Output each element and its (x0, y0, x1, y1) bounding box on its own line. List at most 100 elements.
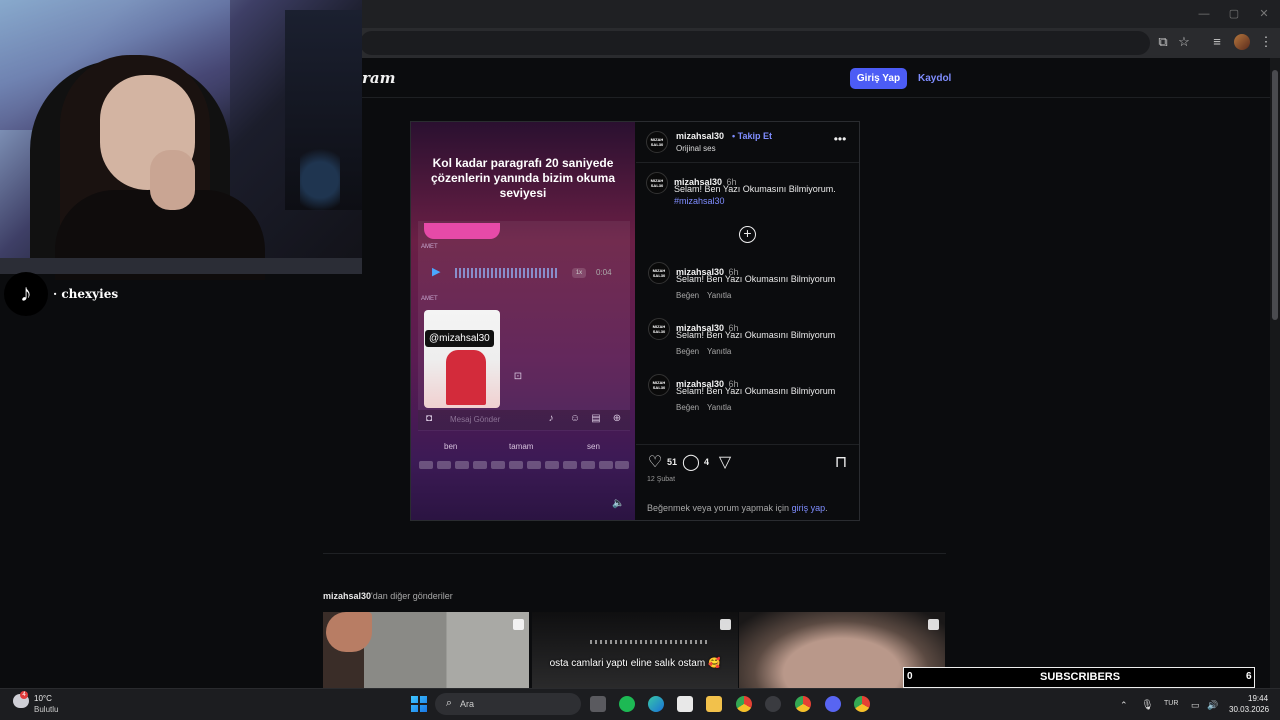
reply-icon: ⊡ (513, 371, 523, 382)
file-explorer-icon[interactable] (706, 696, 722, 712)
comment-reply-link[interactable]: Yanıtla (707, 403, 731, 412)
video-tag: @mizahsal30 (425, 330, 494, 347)
caption-hashtag[interactable]: #mizahsal30 (674, 196, 725, 206)
keyboard-key (527, 461, 541, 469)
task-view-icon[interactable] (590, 696, 606, 712)
sticker-icon: ☺ (569, 413, 581, 424)
tray-overflow-icon[interactable]: ⌃ (1120, 700, 1128, 711)
comment-icon[interactable]: ◯ (682, 454, 700, 472)
keyboard-key (509, 461, 523, 469)
section-divider (323, 553, 946, 554)
voice-waveform (455, 268, 559, 278)
share-icon[interactable]: ▽ (716, 454, 734, 472)
thumbnail-lights (590, 640, 710, 644)
chrome-icon[interactable] (736, 696, 752, 712)
login-prompt-link[interactable]: giriş yap (792, 503, 826, 513)
sound-icon[interactable]: 🔈 (612, 498, 624, 510)
weather-badge: 4 (20, 691, 28, 699)
start-icon-divider (411, 703, 427, 705)
save-icon[interactable]: ⊓ (832, 454, 850, 472)
comment-avatar[interactable]: MIZAH SAL30 (648, 262, 670, 284)
keyboard-key (581, 461, 595, 469)
reel-icon (513, 619, 524, 630)
post-thumbnail[interactable] (532, 612, 738, 688)
address-bar[interactable] (360, 31, 1150, 55)
taskbar-search-placeholder[interactable]: Ara (460, 699, 474, 709)
video-image-fragment (424, 223, 500, 239)
scrollbar-thumb[interactable] (1272, 70, 1278, 320)
post-date: 12 Şubat (647, 476, 676, 483)
like-icon[interactable]: ♡ (646, 454, 664, 472)
minimize-icon[interactable]: — (1196, 6, 1212, 22)
bookmark-star-icon[interactable]: ☆ (1175, 33, 1193, 51)
thumbnail-caption: osta camlari yaptı eline salık ostam 🥰 (549, 658, 721, 669)
network-icon[interactable]: ▭ (1191, 700, 1200, 711)
edge-icon[interactable] (648, 696, 664, 712)
microphone-icon[interactable]: 🎙 (1141, 700, 1154, 711)
profile-avatar[interactable] (1234, 34, 1250, 50)
keyboard-key (437, 461, 451, 469)
login-prompt-text: Beğenmek veya yorum yapmak için (647, 503, 792, 513)
comment-avatar[interactable]: MIZAH SAL30 (648, 318, 670, 340)
clock-time[interactable]: 19:44 (1248, 694, 1268, 703)
webcam-plant (300, 140, 340, 220)
close-icon[interactable]: ✕ (1256, 6, 1272, 22)
more-posts-user[interactable]: mizahsal30 (323, 591, 371, 601)
reel-icon (720, 619, 731, 630)
weather-description[interactable]: Bulutlu (34, 705, 58, 714)
keyboard-suggestion: tamam (509, 442, 534, 451)
clock-date[interactable]: 30.03.2026 (1229, 705, 1269, 714)
gallery-icon: ▤ (591, 413, 601, 424)
menu-icon[interactable]: ⋮ (1257, 33, 1275, 51)
comment-like-link[interactable]: Beğen (676, 403, 699, 412)
comment-reply-link[interactable]: Yanıtla (707, 291, 731, 300)
video-input-placeholder: Mesaj Gönder (450, 415, 501, 424)
keyboard-suggestion: sen (587, 442, 600, 451)
reel-icon (928, 619, 939, 630)
play-icon: ▶ (432, 266, 441, 278)
post-header (636, 122, 859, 163)
comment-count: 4 (704, 457, 710, 467)
comment-avatar[interactable]: MIZAH SAL30 (648, 374, 670, 396)
load-more-comments-icon[interactable]: + (739, 226, 756, 243)
app-icon[interactable] (765, 696, 781, 712)
subscriber-goal-start: 0 (907, 671, 913, 682)
thumbnail-face (326, 612, 372, 652)
caption-text: Selam! Ben Yazı Okumasını Bilmiyorum. (674, 184, 836, 194)
keyboard-key (473, 461, 487, 469)
comment-like-link[interactable]: Beğen (676, 291, 699, 300)
chrome-icon[interactable] (795, 696, 811, 712)
keyboard-key (491, 461, 505, 469)
video-caption: Kol kadar paragrafı 20 saniyede çözenler… (430, 156, 616, 200)
keyboard-suggestion: ben (444, 442, 458, 451)
tiktok-handle: · chexyies (53, 287, 119, 301)
instagram-logo[interactable]: ram (362, 69, 396, 87)
maximize-icon[interactable]: ▢ (1226, 6, 1242, 22)
login-button[interactable]: Giriş Yap (850, 68, 907, 89)
keyboard-key (455, 461, 469, 469)
media-control-icon[interactable]: ≡ (1208, 33, 1226, 51)
chrome-icon[interactable] (854, 696, 870, 712)
signup-link[interactable]: Kaydol (918, 68, 951, 89)
comment-like-link[interactable]: Beğen (676, 347, 699, 356)
keyboard-key (563, 461, 577, 469)
video-label: AMET (421, 244, 438, 250)
author-avatar[interactable]: MIZAH SAL30 (646, 131, 668, 153)
language-indicator[interactable]: TUR (1164, 700, 1178, 707)
caption-avatar[interactable]: MIZAH SAL30 (646, 172, 668, 194)
author-name[interactable]: mizahsal30 (676, 131, 724, 141)
volume-icon[interactable]: 🔊 (1207, 700, 1218, 711)
taskbar-search[interactable] (435, 693, 581, 715)
subscriber-goal-label: SUBSCRIBERS (1040, 671, 1121, 683)
follow-link[interactable]: • Takip Et (732, 131, 772, 141)
store-icon[interactable] (677, 696, 693, 712)
weather-temp[interactable]: 10°C (34, 694, 52, 703)
like-count: 51 (667, 457, 678, 467)
comment-reply-link[interactable]: Yanıtla (707, 347, 731, 356)
more-posts-title: mizahsal30'dan diğer gönderiler (323, 591, 453, 601)
discord-icon[interactable] (825, 696, 841, 712)
audio-label[interactable]: Orijinal ses (676, 144, 716, 153)
spotify-icon[interactable] (619, 696, 635, 712)
cast-icon[interactable]: ⧉ (1154, 33, 1172, 51)
more-options-icon[interactable]: ••• (832, 133, 848, 147)
